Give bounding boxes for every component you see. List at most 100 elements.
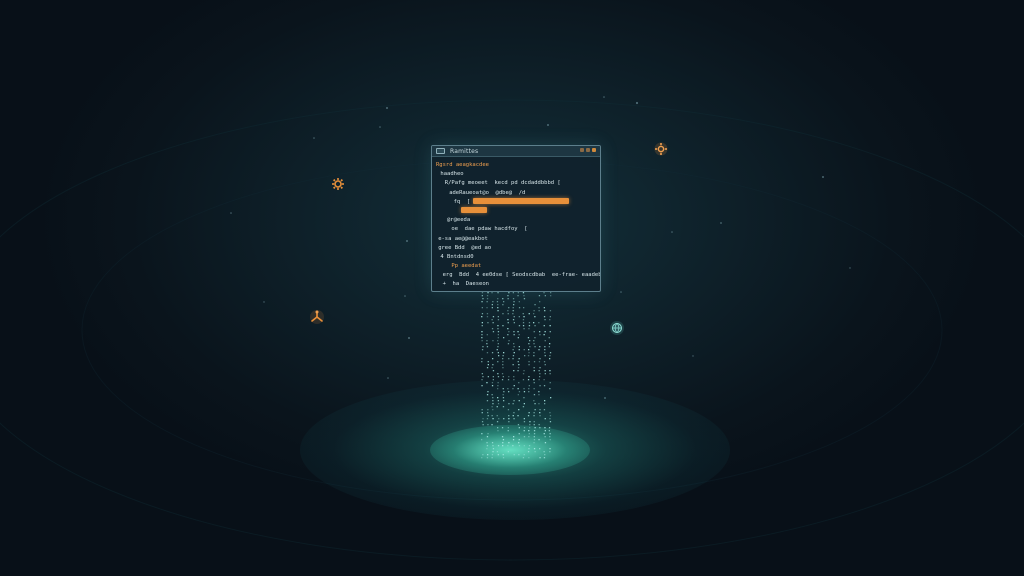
stream-particle [549,373,551,375]
stream-particle [507,310,509,312]
stream-particle [528,343,530,345]
stream-particle [497,427,499,429]
stream-particle [538,322,540,324]
stream-particle [512,403,514,405]
stream-particle [533,448,536,450]
minimize-button[interactable] [580,148,584,152]
window-titlebar[interactable]: Ramittes [432,146,600,157]
stream-particle [544,430,546,432]
stream-particle [543,451,545,453]
stream-particle [528,352,530,354]
stream-particle [503,301,505,303]
stream-particle [549,412,551,414]
stream-particle [507,388,509,390]
stream-particle [497,328,499,330]
stream-particle [507,427,509,429]
stream-particle [486,442,488,444]
stream-particle [486,448,488,450]
stream-particle [482,424,484,426]
code-line: erg Bdd 4 ee0dse [ Seodscdbab ee-frae- e… [436,271,600,280]
stream-particle [549,352,552,354]
stream-particle [492,322,494,324]
stream-particle [550,292,552,294]
stream-particle [487,454,489,456]
stream-particle [482,376,484,378]
stream-particle [533,340,535,342]
stream-particle [481,331,483,333]
stream-particle [492,340,494,342]
stream-particle [513,304,515,306]
stream-particle [549,358,551,360]
stream-particle [518,307,521,309]
stream-particle [528,433,530,435]
stream-particle [539,331,541,333]
stream-particle [518,442,520,444]
stream-particle [491,394,493,396]
stream-particle [533,400,535,402]
stream-particle [528,313,530,315]
stream-particle [538,394,540,396]
stream-particle [544,370,546,372]
stream-particle [503,400,505,402]
stream-particle [497,337,499,339]
stream-particle [502,457,505,459]
stream-particle [517,367,520,369]
stream-particle [534,427,536,429]
stream-particle [549,355,551,357]
stream-particle [517,361,519,363]
stream-particle [492,409,494,411]
stream-particle [502,364,504,366]
stream-particle [518,439,520,441]
stream-particle [522,379,525,381]
stream-particle [533,436,535,438]
stream-particle [528,448,530,450]
stream-particle [527,415,530,417]
stream-particle [522,457,525,459]
stream-particle [534,346,536,348]
code-line: R/Pafg meoeet kecd pd dcdaddbbbd [ [436,179,600,188]
stream-particle [543,379,545,381]
stream-particle [539,376,541,378]
stream-particle [544,373,546,375]
stream-particle [518,316,520,318]
stream-particle [487,412,489,414]
stream-particle [544,427,546,429]
stream-particle [497,430,499,432]
code-text: + ha Daeseon [442,281,489,288]
stream-particle [492,376,494,378]
stream-particle [513,400,515,402]
stream-particle [533,430,536,432]
stream-particle [497,388,499,390]
code-body[interactable]: Rgsrd aeagkacdee haadheo R/Pafg meoeet kec… [432,157,600,291]
stream-particle [491,415,493,417]
stream-particle [543,316,546,318]
stream-particle [481,334,483,336]
stream-particle [492,400,494,402]
code-line [436,207,600,216]
stream-particle [518,358,520,360]
stream-particle [533,439,536,441]
stream-particle [497,454,499,456]
stream-particle [496,406,498,408]
close-button[interactable] [592,148,596,152]
stream-particle [523,391,526,393]
stream-particle [533,361,536,363]
stream-particle [549,319,551,321]
stream-particle [502,361,504,363]
stream-particle [481,358,483,360]
code-window[interactable]: Ramittes Rgsrd aeagkacdee haadheo R/Pafg m… [431,145,601,292]
stream-particle [508,442,510,444]
stream-particle [548,337,550,339]
stream-particle [503,418,505,420]
code-line: 4 Bntdnsd0 [436,253,600,262]
stream-particle [539,415,541,417]
stream-particle [512,292,514,294]
maximize-button[interactable] [586,148,590,152]
stream-particle [523,298,526,300]
stream-particle [492,301,494,303]
stream-particle [533,313,535,315]
stream-particle [513,385,515,387]
stream-particle [549,451,551,453]
stream-particle [517,394,519,396]
stream-particle [486,298,489,300]
